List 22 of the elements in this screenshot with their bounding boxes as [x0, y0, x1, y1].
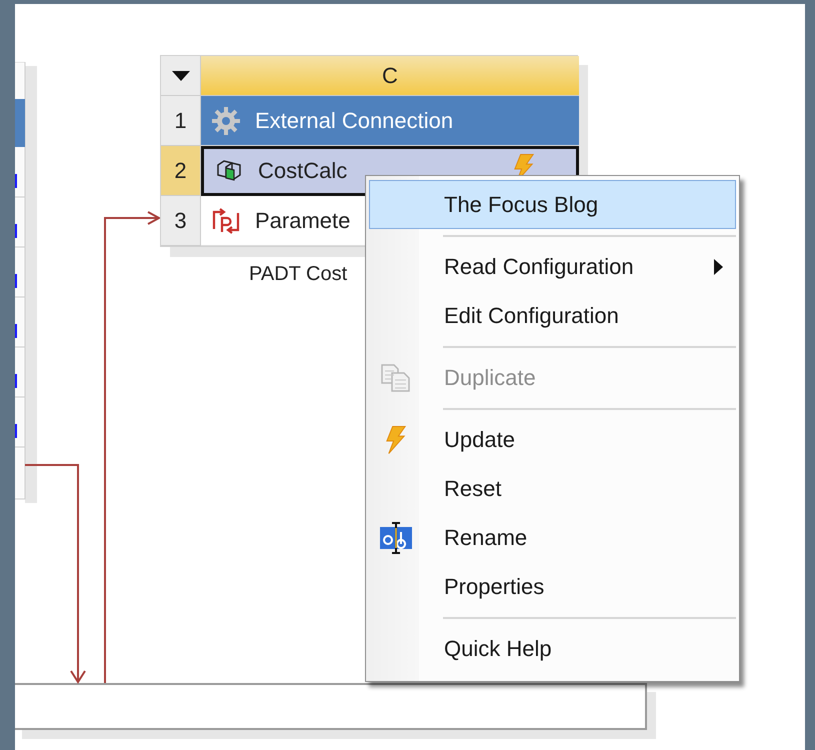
parameter-icon [211, 206, 241, 234]
column-header: C [201, 56, 579, 96]
menu-item[interactable]: Properties [369, 562, 736, 611]
lightning-icon [386, 426, 406, 454]
system-caption: PADT Cost [249, 263, 348, 286]
copy-icon [380, 362, 412, 392]
menu-item[interactable]: Update [369, 415, 736, 464]
row-number: 3 [161, 196, 201, 246]
gear-icon [211, 106, 241, 136]
menu-item[interactable]: The Focus Blog [369, 180, 736, 229]
row-number: 1 [161, 96, 201, 146]
menu-item[interactable]: Rename [369, 513, 736, 562]
dropdown-arrow-icon[interactable] [172, 70, 190, 80]
submenu-arrow-icon [714, 258, 722, 274]
text-box-icon [379, 520, 413, 554]
cube-icon [215, 159, 243, 183]
menu-item[interactable]: Quick Help [369, 624, 736, 673]
menu-item[interactable]: Read Configuration [369, 242, 736, 291]
menu-item[interactable]: Edit Configuration [369, 291, 736, 340]
menu-item[interactable]: Reset [369, 464, 736, 513]
component-cell[interactable]: External Connection [201, 96, 579, 146]
row-number: 2 [161, 146, 201, 196]
